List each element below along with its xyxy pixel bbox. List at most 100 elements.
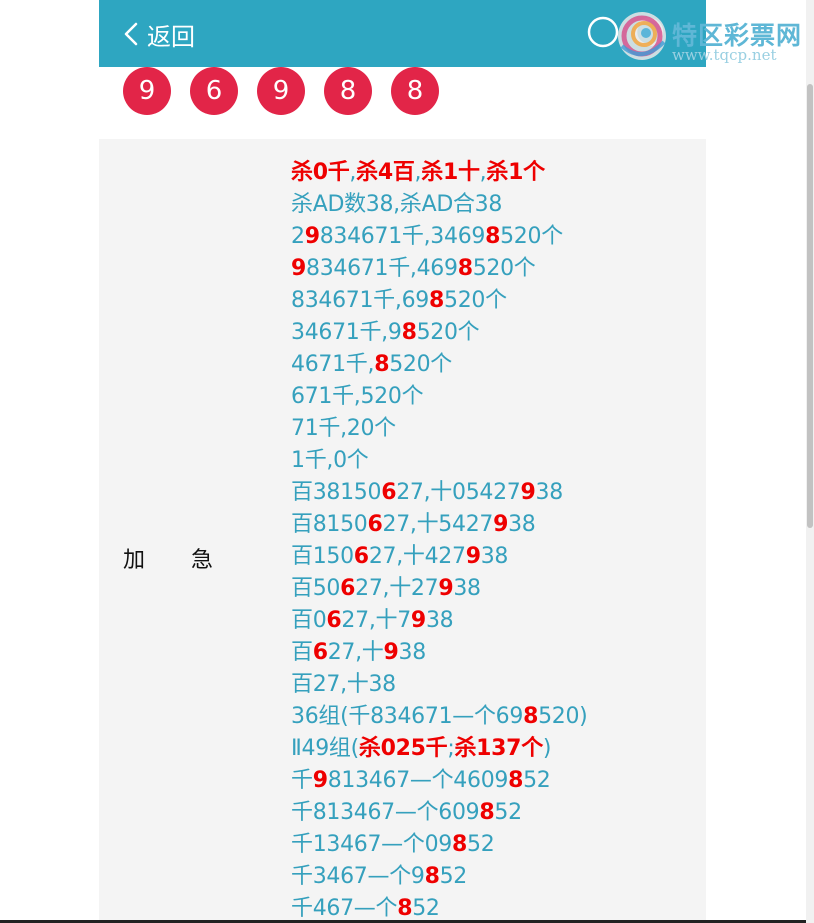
highlight-text: 6 [381,480,397,505]
prediction-lines: 杀0千,杀4百,杀1十,杀1个 杀AD数38,杀AD合38 29834671千,34… [291,157,701,923]
line-text: 38 [453,576,481,601]
highlight-text: 杀1个 [486,160,545,185]
highlight-text: 8 [508,768,524,793]
line-text: 520个 [472,256,536,281]
line-text: 千 [291,768,313,793]
line-text: 834671千,69 [291,288,429,313]
back-label: 返回 [147,22,195,51]
prediction-line: 百50627,十27938 [291,573,701,605]
highlight-text: 9 [291,256,307,281]
prediction-line: 千813467—个609852 [291,797,701,829]
chevron-left-icon [124,22,138,46]
line-text: 百8150 [291,512,368,537]
line-text: 520个 [444,288,507,313]
line-text: 520个 [500,224,563,249]
prediction-line: 1千,0个 [291,445,701,477]
highlight-text: 9 [493,512,509,537]
line-text: 52 [467,832,495,857]
number-ball: 8 [324,67,372,115]
line-text: 38 [425,608,454,633]
prediction-line: 百150627,十427938 [291,541,701,573]
prediction-line: 杀0千,杀4百,杀1十,杀1个 [291,157,701,189]
line-text: 千3467—个9 [291,864,425,889]
line-text: 千13467—个09 [291,832,452,857]
line-text: 4671千, [291,352,375,377]
prediction-line: 671千,520个 [291,381,701,413]
highlight-text: 8 [451,832,467,857]
logo-url: www.tqcp.net [672,46,777,64]
prediction-panel: 加急 杀0千,杀4百,杀1十,杀1个 杀AD数38,杀AD合38 29834671千… [99,139,706,923]
prediction-line: 百8150627,十5427938 [291,509,701,541]
prediction-line: 4671千,8520个 [291,349,701,381]
prediction-line: 杀AD数38,杀AD合38 [291,189,701,221]
highlight-text: 9 [465,544,481,569]
number-ball: 9 [257,67,305,115]
highlight-text: 8 [424,864,440,889]
highlight-text: 杀4百 [356,160,415,185]
page: 返回 9 6 9 8 8 加急 杀0千,杀4百,杀1十,杀1个杀AD数38,杀A… [0,0,814,923]
prediction-line: 36组(千834671—个698520) [291,701,701,733]
app-view: 返回 9 6 9 8 8 加急 杀0千,杀4百,杀1十,杀1个杀AD数38,杀A… [99,0,706,923]
line-text: 36组(千834671—个69 [291,704,524,729]
line-text: 38 [398,640,427,665]
highlight-text: 8 [428,288,444,313]
prediction-line: 9834671千,4698520个 [291,253,701,285]
line-text: 27,十27 [355,576,439,601]
highlight-text: 杀025千 [358,736,448,761]
highlight-text: 9 [304,224,320,249]
highlight-text: 8 [401,320,417,345]
line-text: 2 [291,224,305,249]
line-text: 52 [523,768,551,793]
line-text: 52 [412,896,440,921]
line-text: 27,十427 [368,544,466,569]
panel-label: 加急 [123,542,213,574]
line-text: 千467—个 [291,896,398,921]
prediction-line: 千3467—个9852 [291,861,701,893]
prediction-line: 34671千,98520个 [291,317,701,349]
highlight-text: 9 [520,480,536,505]
highlight-text: 6 [353,544,369,569]
line-text: 71千,20个 [291,416,396,441]
site-logo: 特区彩票网 www.tqcp.net [612,6,812,70]
line-text: 千813467—个609 [291,800,480,825]
highlight-text: 9 [312,768,328,793]
line-text: 杀AD数38,杀AD合38 [291,192,503,217]
highlight-text: 8 [457,256,473,281]
back-button[interactable]: 返回 [123,14,195,54]
draw-numbers: 9 6 9 8 8 [123,67,458,115]
highlight-text: 杀0千 [291,160,350,185]
prediction-line: 71千,20个 [291,413,701,445]
line-text: 38 [508,512,536,537]
prediction-line: Ⅱ49组(杀025千;杀137个) [291,733,701,765]
line-text: 520个 [389,352,452,377]
line-text: 百38150 [291,480,382,505]
highlight-text: 6 [340,576,356,601]
line-text: 52 [494,800,522,825]
line-text: 813467—个4609 [327,768,509,793]
highlight-text: 8 [479,800,495,825]
highlight-text: 6 [312,640,328,665]
prediction-line: 百27,十38 [291,669,701,701]
highlight-text: 杀137个 [454,736,543,761]
highlight-text: 9 [438,576,454,601]
line-text: 27,十 [327,640,384,665]
line-text: 27,十5427 [382,512,494,537]
prediction-line: 千13467—个09852 [291,829,701,861]
line-text: 百50 [291,576,341,601]
line-text: ) [542,736,552,761]
line-text: 52 [439,864,468,889]
line-text: 834671千,3469 [319,224,486,249]
prediction-line: 834671千,698520个 [291,285,701,317]
line-text: 38 [535,480,564,505]
prediction-line: 百38150627,十05427938 [291,477,701,509]
line-text: 671千,520个 [291,384,424,409]
line-text: 520) [538,704,588,729]
highlight-text: 8 [397,896,413,921]
highlight-text: 9 [410,608,426,633]
highlight-text: 杀1十 [421,160,480,185]
line-text: 百0 [291,608,327,633]
scrollbar-thumb[interactable] [807,84,813,528]
prediction-line: 百627,十938 [291,637,701,669]
line-text: 520个 [416,320,480,345]
number-ball: 9 [123,67,171,115]
